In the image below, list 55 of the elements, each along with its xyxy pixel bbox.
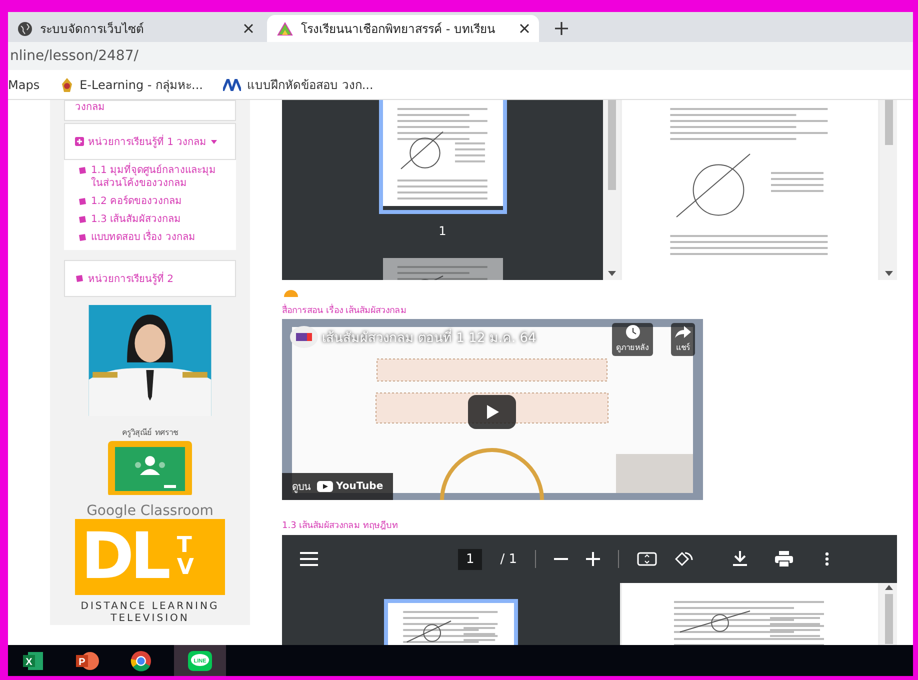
bookmark-link[interactable]: E-Learning - กลุ่มหะ... <box>60 75 203 94</box>
emblem-icon <box>60 78 74 92</box>
page-number: 1 <box>438 224 446 238</box>
watch-on-youtube-button[interactable]: ดูบน YouTube <box>282 473 394 500</box>
down-arrow-icon[interactable] <box>884 271 892 276</box>
down-arrow-icon[interactable] <box>608 271 616 276</box>
logo-icon <box>223 78 241 90</box>
caret-icon <box>210 140 217 144</box>
teacher-name: ครูวิสุณีย์ ทศราช <box>122 426 178 439</box>
zoom-in-icon[interactable] <box>586 552 600 566</box>
scroll-thumb[interactable] <box>608 100 616 190</box>
unit-header[interactable]: หน่วยการเรียนรู้ที่ 2 <box>65 261 235 296</box>
share-button[interactable]: แชร์ <box>671 323 695 356</box>
close-icon[interactable] <box>244 24 253 33</box>
watch-later-button[interactable]: ดูภายหลัง <box>612 323 653 356</box>
classroom-label: Google Classroom <box>86 502 214 518</box>
scroll-thumb[interactable] <box>884 594 893 644</box>
logo-caption: TELEVISION <box>110 613 190 626</box>
sidebar-text: วงกลม <box>74 101 106 115</box>
page-total: / 1 <box>500 552 518 566</box>
pdf-title: 1.3 เส้นสัมผัสวงกลม ทฤษฎีบท <box>282 520 400 532</box>
download-icon[interactable] <box>733 551 748 567</box>
browser-tab[interactable]: โรงเรียนนาเชือกพิทยาสรรค์ - บทเรียน <box>267 15 539 42</box>
print-icon[interactable] <box>775 551 794 567</box>
page-field[interactable]: 1 <box>458 548 482 570</box>
rotate-icon[interactable] <box>675 551 694 567</box>
up-arrow-icon[interactable] <box>884 585 893 590</box>
play-button[interactable] <box>468 395 516 429</box>
lesson-link[interactable]: แบบทดสอบ เรื่อง วงกลม <box>78 231 228 244</box>
fit-page-icon[interactable] <box>637 552 658 566</box>
share-icon <box>675 325 691 339</box>
plus-icon <box>75 137 84 146</box>
address-field[interactable]: nline/lesson/2487/ <box>8 48 138 64</box>
bookmark-link[interactable]: Maps <box>8 78 40 92</box>
channel-logo-icon[interactable] <box>290 326 318 348</box>
unit-header[interactable]: หน่วยการเรียนรู้ที่ 1 วงกลม <box>65 124 235 159</box>
clock-icon <box>626 325 640 339</box>
scroll-thumb[interactable] <box>884 100 892 145</box>
globe-icon <box>18 22 32 36</box>
menu-icon[interactable] <box>300 552 318 566</box>
browser-tab[interactable]: ระบบจัดการเว็บไซต์ <box>8 15 263 42</box>
lesson-link[interactable]: 1.2 คอร์ดของวงกลม <box>78 195 228 208</box>
new-tab-icon[interactable] <box>555 22 568 35</box>
play-logo-icon <box>317 481 333 492</box>
more-icon[interactable] <box>825 552 830 566</box>
mountain-icon <box>277 22 293 36</box>
bookmark-link[interactable]: แบบฝึกหัดข้อสอบ วงก... <box>223 75 374 94</box>
video-title[interactable]: เส้นสัมผัสวงกลม ตอนที่ 1 12 ม.ค. 64 <box>322 327 536 348</box>
lesson-link[interactable]: 1.1 มุมที่จุดศูนย์กลางและมุมในส่วนโค้งของวงกลม <box>78 164 228 190</box>
logo-caption: DISTANCE LEARNING <box>80 601 220 614</box>
close-icon[interactable] <box>520 24 529 33</box>
classroom-logo-icon[interactable] <box>108 440 192 494</box>
media-link[interactable]: สื่อการสอน เรื่อง เส้นสัมผัสวงกลม <box>282 303 897 317</box>
scrollbar[interactable] <box>603 100 620 280</box>
lesson-link[interactable]: 1.3 เส้นสัมผัสวงกลม <box>78 213 228 226</box>
